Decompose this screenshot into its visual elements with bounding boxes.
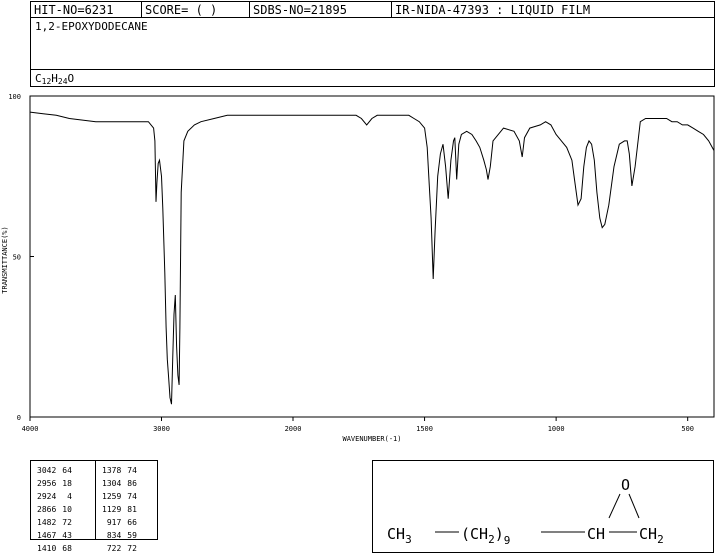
peak-wavenumber: 1259 — [102, 492, 122, 501]
peak-row: 1378 74 — [100, 465, 139, 476]
peak-row: 3042 64 — [35, 465, 74, 476]
y-tick-label: 0 — [17, 414, 21, 422]
ch3-group: CH3 — [387, 525, 412, 546]
peak-transmittance: 59 — [127, 531, 137, 540]
y-tick-label: 100 — [8, 93, 21, 101]
peak-wavenumber: 1304 — [102, 479, 122, 488]
peak-row: 917 66 — [100, 517, 139, 528]
peak-wavenumber: 1410 — [37, 544, 57, 553]
header-bar: HIT-NO=6231 SCORE= ( ) SDBS-NO=21895 IR-… — [30, 1, 715, 18]
x-tick-label: 3000 — [153, 425, 170, 433]
peak-wavenumber: 2866 — [37, 505, 57, 514]
peak-list-left: 3042 64 2956 18 2924 4 2866 10 1482 72 1467 43 1410 6… — [33, 463, 76, 556]
peak-transmittance: 81 — [127, 505, 137, 514]
x-tick-label: 1500 — [416, 425, 433, 433]
formula-box: C12H24O — [30, 69, 715, 87]
methylene-chain: (CH2)9 — [461, 525, 510, 547]
hit-number: HIT-NO=6231 — [34, 3, 114, 17]
peak-list-right: 1378 74 1304 86 1259 74 1129 81 917 66 834 59 722 72 — [98, 463, 141, 556]
structure-diagram: O CH3 (CH2)9 CH CH2 — [387, 476, 664, 547]
peak-row: 1304 86 — [100, 478, 139, 489]
peak-wavenumber: 834 — [106, 531, 122, 540]
peak-wavenumber: 917 — [106, 518, 122, 527]
peak-wavenumber: 1467 — [37, 531, 57, 540]
ch-group: CH — [587, 525, 605, 543]
y-tick-label: 50 — [13, 254, 21, 262]
structure-box: O CH3 (CH2)9 CH CH2 — [372, 460, 714, 553]
x-tick-label: 500 — [681, 425, 694, 433]
peak-transmittance: 68 — [62, 544, 72, 553]
peak-row: 1129 81 — [100, 504, 139, 515]
peak-wavenumber: 1482 — [37, 518, 57, 527]
x-tick-label: 2000 — [285, 425, 302, 433]
peak-table: 3042 64 2956 18 2924 4 2866 10 1482 72 1467 43 1410 6… — [30, 460, 158, 553]
peak-transmittance: 72 — [127, 544, 137, 553]
peak-row: 2924 4 — [35, 491, 74, 502]
peak-table-divider — [95, 461, 96, 539]
peak-transmittance: 74 — [127, 492, 137, 501]
ir-spectrum-chart: 0 50 100 4000 3000 2000 1500 1000 500 TRANSMITT… — [1, 93, 715, 443]
peak-transmittance: 18 — [62, 479, 72, 488]
bond-o-ch — [608, 493, 621, 519]
x-tick-label: 1000 — [548, 425, 565, 433]
peak-row: 834 59 — [100, 530, 139, 541]
peak-wavenumber: 3042 — [37, 466, 57, 475]
peak-transmittance: 64 — [62, 466, 72, 475]
peak-transmittance: 66 — [127, 518, 137, 527]
score-field: SCORE= ( ) — [141, 2, 249, 17]
peak-transmittance: 86 — [127, 479, 137, 488]
ir-method-info: IR-NIDA-47393 : LIQUID FILM — [391, 2, 715, 17]
peak-wavenumber: 2924 — [37, 492, 57, 501]
plot-frame — [29, 95, 715, 418]
y-axis-label: TRANSMITTANCE(%) — [1, 226, 9, 293]
epoxide-oxygen: O — [621, 476, 630, 494]
peak-row: 1259 74 — [100, 491, 139, 502]
peak-wavenumber: 722 — [106, 544, 122, 553]
peak-wavenumber: 1129 — [102, 505, 122, 514]
peak-transmittance: 43 — [62, 531, 72, 540]
peak-row: 2956 18 — [35, 478, 74, 489]
peak-transmittance: 4 — [67, 492, 72, 501]
peak-wavenumber: 2956 — [37, 479, 57, 488]
peak-row: 1482 72 — [35, 517, 74, 528]
sdbs-number: SDBS-NO=21895 — [249, 2, 391, 17]
x-tick-label: 4000 — [22, 425, 39, 433]
ch2-group: CH2 — [639, 525, 664, 546]
peak-transmittance: 72 — [62, 518, 72, 527]
compound-name-box: 1,2-EPOXYDODECANE — [30, 17, 715, 70]
spectrum-line — [29, 111, 715, 405]
peak-row: 722 72 — [100, 543, 139, 554]
molecular-formula: C12H24O — [35, 72, 75, 86]
peak-transmittance: 10 — [62, 505, 72, 514]
bond-o-ch2 — [628, 493, 640, 519]
peak-row: 1410 68 — [35, 543, 74, 554]
compound-name: 1,2-EPOXYDODECANE — [35, 20, 148, 33]
peak-transmittance: 74 — [127, 466, 137, 475]
peak-wavenumber: 1378 — [102, 466, 122, 475]
peak-row: 1467 43 — [35, 530, 74, 541]
peak-row: 2866 10 — [35, 504, 74, 515]
x-axis-label: WAVENUMBER(-1) — [342, 435, 401, 443]
